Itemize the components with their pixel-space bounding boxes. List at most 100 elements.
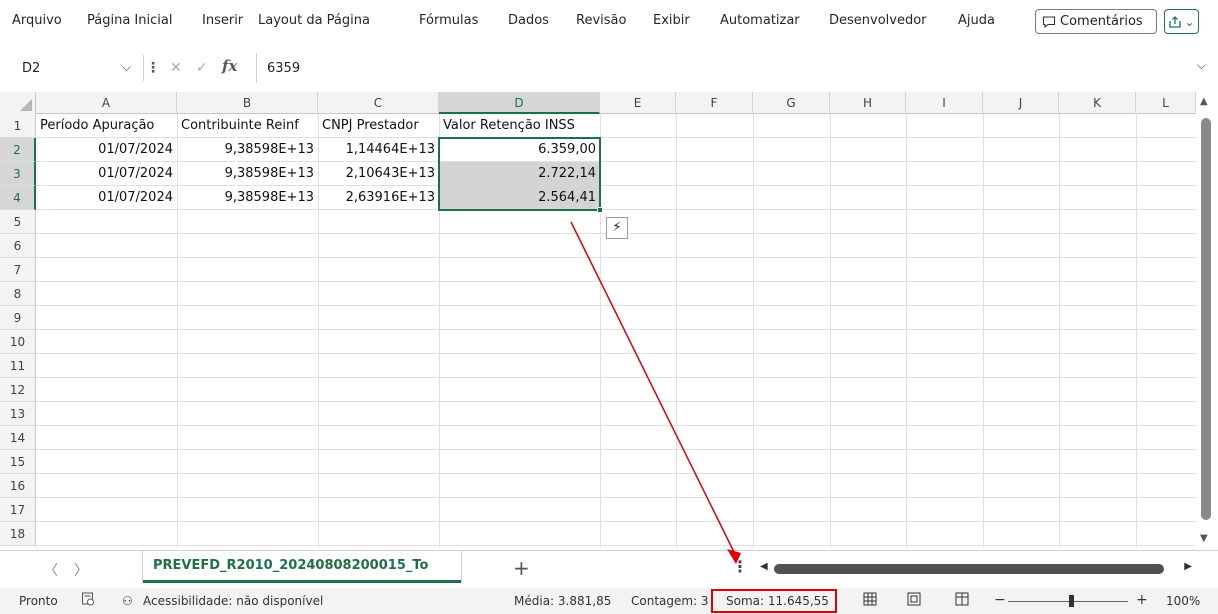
scroll-left-icon[interactable]: ◀ — [760, 561, 768, 572]
select-all-corner[interactable] — [0, 92, 36, 114]
add-sheet-button[interactable]: + — [513, 556, 530, 580]
row-header-16[interactable]: 16 — [0, 474, 36, 498]
more-options-icon[interactable]: ⋮ — [146, 60, 160, 76]
next-sheet-icon[interactable]: 〉 — [74, 560, 88, 580]
horizontal-scroll-thumb[interactable] — [774, 564, 1164, 574]
row-header-3[interactable]: 3 — [0, 162, 36, 186]
horizontal-scrollbar[interactable]: ◀ ▶ — [760, 561, 1196, 575]
insert-function-icon[interactable]: fx — [222, 57, 237, 75]
chevron-down-icon[interactable]: ⌵ — [122, 60, 131, 75]
comments-label: Comentários — [1060, 14, 1143, 29]
cell-b3[interactable]: 9,38598E+13 — [177, 162, 318, 186]
expand-formula-bar-icon[interactable]: ⌵ — [1197, 58, 1206, 73]
row-header-10[interactable]: 10 — [0, 330, 36, 354]
cell-d1[interactable]: Valor Retenção INSS — [439, 114, 600, 138]
enter-icon[interactable]: ✓ — [196, 60, 208, 76]
status-average[interactable]: Média: 3.881,85 — [514, 594, 611, 608]
row-header-12[interactable]: 12 — [0, 378, 36, 402]
column-header-l[interactable]: L — [1136, 92, 1196, 114]
scroll-down-icon[interactable]: ▼ — [1200, 533, 1208, 544]
row-header-6[interactable]: 6 — [0, 234, 36, 258]
tab-more-icon[interactable]: ⋮ — [732, 557, 748, 576]
column-header-i[interactable]: I — [906, 92, 983, 114]
vertical-scrollbar[interactable]: ▲ ▼ — [1196, 92, 1218, 548]
row-header-15[interactable]: 15 — [0, 450, 36, 474]
column-header-f[interactable]: F — [676, 92, 753, 114]
cell-c4[interactable]: 2,63916E+13 — [318, 186, 439, 210]
tab-ajuda[interactable]: Ajuda — [958, 13, 995, 28]
tab-arquivo[interactable]: Arquivo — [12, 13, 62, 28]
cancel-icon[interactable]: ✕ — [170, 60, 182, 76]
prev-sheet-icon[interactable]: 〈 — [44, 560, 58, 580]
macro-record-icon[interactable] — [81, 591, 95, 610]
tab-pagina-inicial[interactable]: Página Inicial — [87, 13, 172, 28]
row-header-8[interactable]: 8 — [0, 282, 36, 306]
tab-formulas[interactable]: Fórmulas — [419, 13, 478, 28]
scroll-up-icon[interactable]: ▲ — [1200, 96, 1208, 107]
row-header-2[interactable]: 2 — [0, 138, 36, 162]
tab-desenvolvedor[interactable]: Desenvolvedor — [829, 13, 927, 28]
cell-b4[interactable]: 9,38598E+13 — [177, 186, 318, 210]
spreadsheet-grid[interactable]: ABCDEFGHIJKL 1 2 3 4 5 6 7 8 9 10 11 12 13 14 15 16 17 18… — [0, 92, 1218, 548]
row-header-9[interactable]: 9 — [0, 306, 36, 330]
formula-input[interactable]: 6359 — [256, 53, 1212, 83]
row-header-1[interactable]: 1 — [0, 114, 36, 138]
page-break-view-icon[interactable] — [955, 592, 969, 610]
column-header-c[interactable]: C — [318, 92, 439, 114]
row-header-5[interactable]: 5 — [0, 210, 36, 234]
vertical-scroll-thumb[interactable] — [1201, 118, 1211, 520]
zoom-in-icon[interactable]: + — [1136, 592, 1148, 608]
zoom-slider[interactable] — [1008, 601, 1128, 602]
column-header-b[interactable]: B — [177, 92, 318, 114]
row-header-11[interactable]: 11 — [0, 354, 36, 378]
name-box[interactable]: D2 ⌵ — [14, 55, 144, 81]
gridline-horizontal — [36, 305, 1196, 306]
row-header-17[interactable]: 17 — [0, 498, 36, 522]
column-header-h[interactable]: H — [830, 92, 906, 114]
fill-handle[interactable] — [597, 207, 603, 213]
normal-view-icon[interactable] — [863, 592, 877, 610]
row-header-18[interactable]: 18 — [0, 522, 36, 546]
tab-automatizar[interactable]: Automatizar — [720, 13, 800, 28]
accessibility-icon[interactable]: ⚇ — [122, 594, 133, 608]
row-header-13[interactable]: 13 — [0, 402, 36, 426]
zoom-out-icon[interactable]: − — [994, 592, 1006, 608]
accessibility-status[interactable]: Acessibilidade: não disponível — [143, 594, 323, 608]
tab-exibir[interactable]: Exibir — [653, 13, 690, 28]
row-header-14[interactable]: 14 — [0, 426, 36, 450]
row-header-4[interactable]: 4 — [0, 186, 36, 210]
gridline-vertical — [830, 114, 831, 548]
cell-a1[interactable]: Período Apuração — [36, 114, 177, 138]
gridline-horizontal — [36, 401, 1196, 402]
scroll-right-icon[interactable]: ▶ — [1184, 561, 1192, 572]
comments-button[interactable]: Comentários — [1035, 9, 1157, 34]
cell-b1[interactable]: Contribuinte Reinf — [177, 114, 318, 138]
zoom-level[interactable]: 100% — [1166, 594, 1200, 608]
cell-b2[interactable]: 9,38598E+13 — [177, 138, 318, 162]
column-header-a[interactable]: A — [36, 92, 177, 114]
cell-c2[interactable]: 1,14464E+13 — [318, 138, 439, 162]
tab-revisao[interactable]: Revisão — [576, 13, 626, 28]
tab-layout-da-pagina[interactable]: Layout da Página — [258, 13, 370, 28]
zoom-slider-thumb[interactable] — [1069, 595, 1074, 607]
column-header-g[interactable]: G — [753, 92, 830, 114]
sheet-tab-active[interactable]: PREVEFD_R2010_20240808200015_To — [143, 551, 461, 583]
status-count[interactable]: Contagem: 3 — [631, 594, 709, 608]
cell-c1[interactable]: CNPJ Prestador — [318, 114, 439, 138]
share-button[interactable]: ⌄ — [1164, 9, 1199, 34]
tab-inserir[interactable]: Inserir — [202, 13, 243, 28]
cell-a4[interactable]: 01/07/2024 — [36, 186, 177, 210]
gridline-vertical — [1059, 114, 1060, 548]
cell-a2[interactable]: 01/07/2024 — [36, 138, 177, 162]
column-header-d[interactable]: D — [439, 92, 600, 114]
cell-c3[interactable]: 2,10643E+13 — [318, 162, 439, 186]
row-header-7[interactable]: 7 — [0, 258, 36, 282]
cell-a3[interactable]: 01/07/2024 — [36, 162, 177, 186]
column-header-e[interactable]: E — [600, 92, 676, 114]
gridline-horizontal — [36, 521, 1196, 522]
tab-dados[interactable]: Dados — [508, 13, 549, 28]
column-header-j[interactable]: J — [983, 92, 1059, 114]
page-layout-view-icon[interactable] — [907, 592, 921, 610]
quick-analysis-icon[interactable]: ⚡ — [606, 217, 628, 239]
column-header-k[interactable]: K — [1059, 92, 1136, 114]
